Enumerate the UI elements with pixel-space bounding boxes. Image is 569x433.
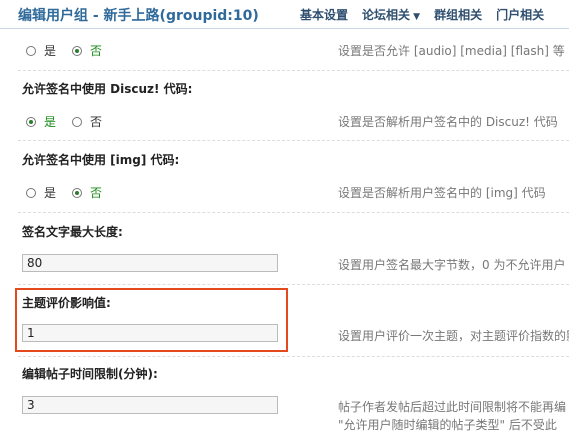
- tab-forum-label: 论坛相关: [362, 8, 411, 22]
- divider: [18, 212, 569, 213]
- tab-forum[interactable]: 论坛相关 ▼: [362, 6, 420, 23]
- radio-yes-label: 是: [44, 44, 57, 58]
- signature-max-length-input[interactable]: [22, 254, 278, 272]
- radio-yes[interactable]: [26, 45, 36, 56]
- setting-5-description: 帖子作者发帖后超过此时间限制将不能再编: [338, 400, 567, 414]
- setting-0-options: 是 否: [26, 42, 118, 59]
- setting-4-description: 设置用户评价一次主题，对主题评价指数的影: [338, 329, 569, 343]
- setting-1-description: 设置是否解析用户签名中的 Discuz! 代码: [338, 115, 558, 129]
- setting-3-description: 设置用户签名最大字节数，0 为不允许用户: [338, 258, 566, 272]
- tab-groups[interactable]: 群组相关: [434, 6, 482, 23]
- tab-portal[interactable]: 门户相关: [496, 6, 544, 23]
- radio-no[interactable]: [72, 45, 83, 56]
- radio-yes[interactable]: [26, 116, 36, 127]
- chevron-down-icon: ▼: [410, 12, 421, 22]
- divider: [18, 356, 569, 357]
- divider: [18, 70, 569, 71]
- page-title: 编辑用户组 - 新手上路(groupid:10): [18, 8, 259, 24]
- radio-no-label: 否: [90, 44, 103, 58]
- setting-2-description: 设置是否解析用户签名中的 [img] 代码: [338, 186, 546, 200]
- radio-yes-label: 是: [44, 186, 57, 200]
- divider: [18, 140, 569, 141]
- setting-2-label: 允许签名中使用 [img] 代码:: [22, 153, 180, 167]
- divider: [18, 284, 569, 285]
- page-header: 编辑用户组 - 新手上路(groupid:10) 基本设置 论坛相关 ▼ 群组相…: [0, 0, 569, 29]
- radio-yes-label: 是: [44, 115, 57, 129]
- radio-no[interactable]: [72, 187, 83, 198]
- setting-0-description: 设置是否允许 [audio] [media] [flash] 等: [338, 44, 565, 58]
- tab-basic-settings[interactable]: 基本设置: [300, 6, 348, 23]
- radio-no-label: 否: [90, 115, 103, 129]
- edit-time-limit-input[interactable]: [22, 396, 278, 414]
- tab-bar: 基本设置 论坛相关 ▼ 群组相关 门户相关: [300, 6, 544, 23]
- thread-rating-value-input[interactable]: [22, 324, 278, 342]
- setting-2-options: 是 否: [26, 184, 118, 201]
- radio-no[interactable]: [72, 116, 83, 127]
- setting-4-label: 主题评价影响值:: [22, 296, 111, 310]
- setting-5-description-line2: "允许用户随时编辑的帖子类型" 后不受此: [338, 418, 557, 432]
- setting-3-label: 签名文字最大长度:: [22, 225, 123, 239]
- radio-no-label: 否: [90, 186, 103, 200]
- setting-1-options: 是 否: [26, 113, 118, 130]
- setting-5-label: 编辑帖子时间限制(分钟):: [22, 367, 158, 381]
- radio-yes[interactable]: [26, 187, 36, 198]
- setting-1-label: 允许签名中使用 Discuz! 代码:: [22, 82, 193, 96]
